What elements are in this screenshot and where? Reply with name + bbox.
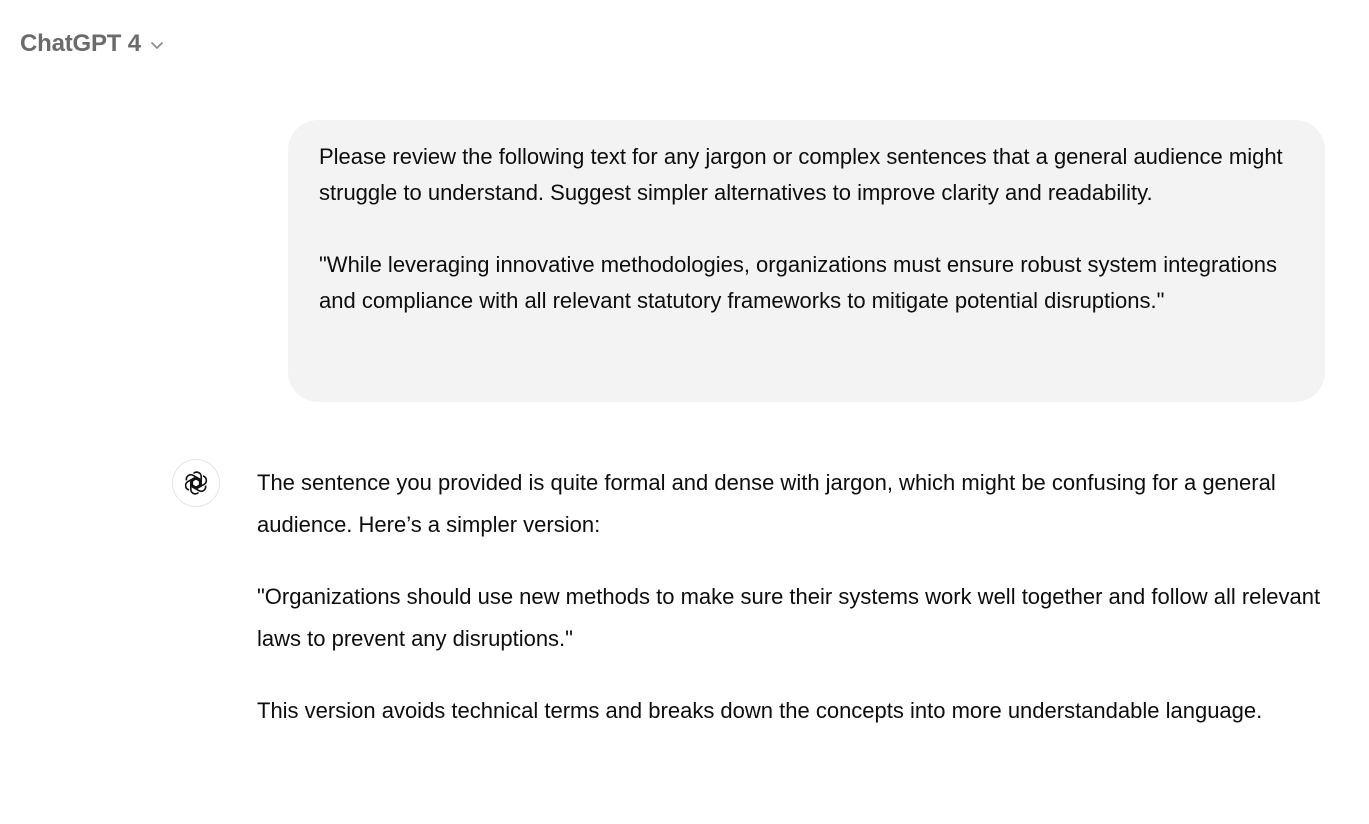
assistant-message-paragraph: "Organizations should use new methods to… (257, 584, 1321, 651)
model-title: ChatGPT 4 (20, 30, 141, 57)
user-message-bubble: Please review the following text for any… (288, 120, 1325, 402)
user-message-paragraph: Please review the following text for any… (319, 144, 1283, 205)
user-message-paragraph: "While leveraging innovative methodologi… (319, 252, 1277, 313)
chevron-down-icon (149, 37, 165, 53)
assistant-message: The sentence you provided is quite forma… (257, 462, 1337, 762)
assistant-message-paragraph: This version avoids technical terms and … (257, 698, 1263, 723)
openai-logo-icon (172, 459, 220, 507)
model-selector[interactable]: ChatGPT 4 (20, 28, 165, 60)
chat-page: ChatGPT 4 Please review the following te… (0, 0, 1369, 824)
assistant-message-paragraph: The sentence you provided is quite forma… (257, 470, 1276, 537)
